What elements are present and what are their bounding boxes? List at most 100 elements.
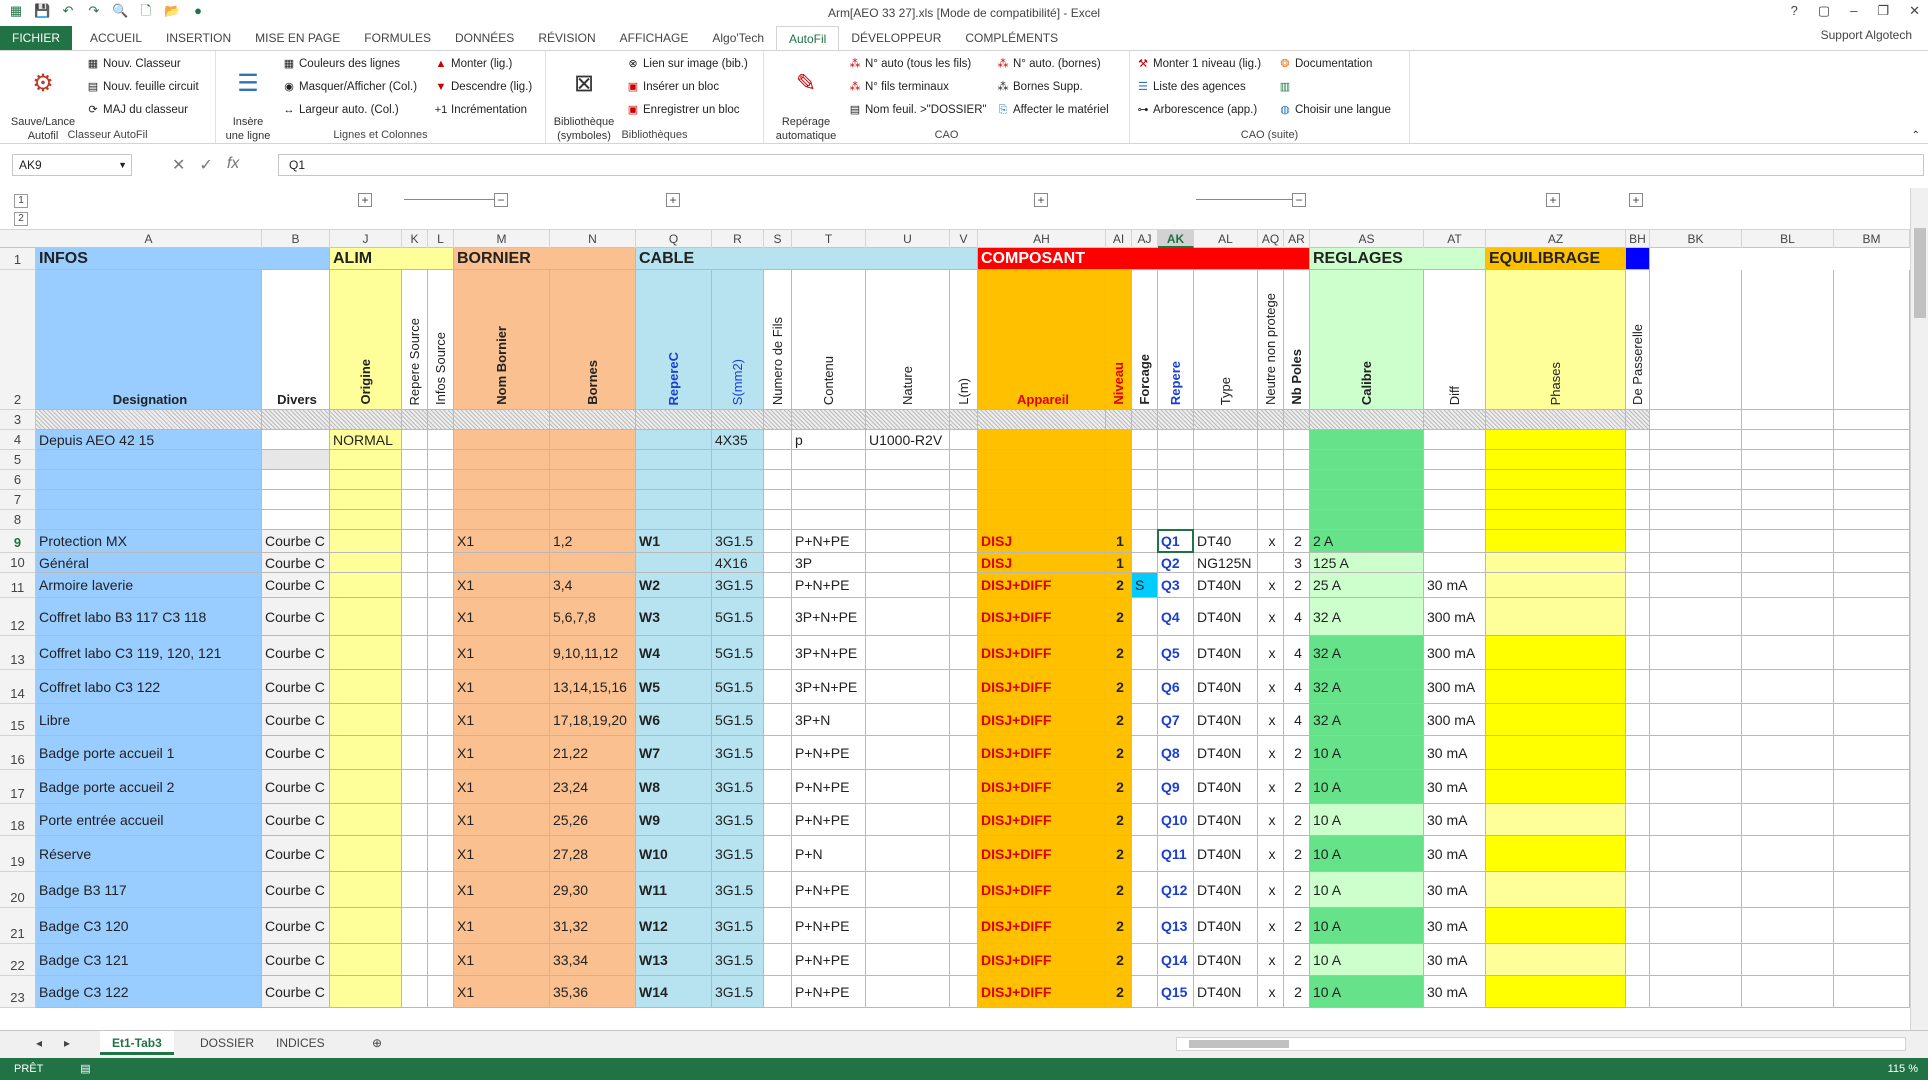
cell[interactable]: 30 mA (1424, 944, 1486, 976)
cell[interactable] (1650, 470, 1742, 490)
cell[interactable] (978, 410, 1106, 430)
cell[interactable] (1106, 510, 1132, 530)
cell[interactable] (1132, 908, 1158, 944)
cell[interactable]: Repere Source (402, 270, 428, 410)
cell[interactable]: W1 (636, 530, 712, 553)
cell[interactable]: x (1258, 573, 1284, 598)
cell[interactable]: 2 (1106, 636, 1132, 670)
cell[interactable]: 10 A (1310, 836, 1424, 872)
tab-mise-en-page[interactable]: MISE EN PAGE (243, 26, 352, 50)
cell[interactable] (402, 530, 428, 553)
cell[interactable] (1310, 430, 1424, 450)
cell[interactable] (428, 470, 454, 490)
tab-fichier[interactable]: FICHIER (0, 26, 72, 50)
cell[interactable] (1424, 430, 1486, 450)
cell[interactable]: Armoire laverie (36, 573, 262, 598)
cell[interactable]: DT40N (1194, 944, 1258, 976)
cell[interactable]: 1 (1106, 553, 1132, 573)
cell[interactable] (1132, 770, 1158, 804)
column-header-aj[interactable]: AJ (1132, 230, 1158, 248)
cell[interactable] (950, 430, 978, 450)
cell[interactable] (764, 804, 792, 836)
cell[interactable]: x (1258, 636, 1284, 670)
cell[interactable] (550, 450, 636, 470)
scroll-thumb[interactable] (1189, 1040, 1289, 1048)
cell[interactable]: DT40N (1194, 836, 1258, 872)
cell[interactable] (866, 598, 950, 636)
group-header[interactable]: ALIM (330, 248, 454, 270)
cell[interactable]: x (1258, 872, 1284, 908)
cell[interactable]: Numero de Fils (764, 270, 792, 410)
cell[interactable]: X1 (454, 704, 550, 736)
cell[interactable]: X1 (454, 944, 550, 976)
masquer-afficher-button[interactable]: ◉ Masquer/Afficher (Col.) (282, 78, 417, 96)
monter-lig-button[interactable]: ▲ Monter (lig.) (434, 55, 513, 73)
cell[interactable]: 33,34 (550, 944, 636, 976)
cell[interactable] (1626, 470, 1650, 490)
cell[interactable] (428, 410, 454, 430)
cell[interactable]: 32 A (1310, 670, 1424, 704)
cell[interactable] (1626, 450, 1650, 470)
cell[interactable] (1284, 510, 1310, 530)
row-header[interactable]: 6 (0, 470, 36, 490)
cell[interactable]: 30 mA (1424, 908, 1486, 944)
column-header-bm[interactable]: BM (1834, 230, 1910, 248)
cell[interactable] (636, 490, 712, 510)
cell[interactable] (764, 470, 792, 490)
cell[interactable] (1834, 736, 1910, 770)
cell[interactable] (454, 410, 550, 430)
cell[interactable]: 25,26 (550, 804, 636, 836)
sheet-tab-indices[interactable]: INDICES (264, 1031, 337, 1055)
num-auto-fils-button[interactable]: ⁂ N° auto (tous les fils) (848, 55, 972, 73)
cell[interactable]: Q9 (1158, 770, 1194, 804)
cell[interactable]: U1000-R2V (866, 430, 950, 450)
cell[interactable] (1284, 410, 1310, 430)
cell[interactable] (330, 410, 402, 430)
bornes-supp-button[interactable]: ⁂ Bornes Supp. (996, 78, 1083, 96)
cell[interactable] (330, 510, 402, 530)
cell[interactable] (1626, 636, 1650, 670)
cell[interactable] (866, 490, 950, 510)
cell[interactable] (1834, 944, 1910, 976)
cell[interactable] (1742, 944, 1834, 976)
cell[interactable] (764, 490, 792, 510)
cell[interactable] (764, 736, 792, 770)
maj-classeur-button[interactable]: ⟳ MAJ du classeur (86, 101, 188, 119)
cell[interactable]: P+N+PE (792, 736, 866, 770)
cell[interactable]: Appareil (978, 270, 1106, 410)
cell[interactable] (402, 736, 428, 770)
cell[interactable] (1650, 553, 1742, 573)
cell[interactable]: W12 (636, 908, 712, 944)
cell[interactable] (636, 470, 712, 490)
cell[interactable] (1626, 908, 1650, 944)
cell[interactable] (36, 470, 262, 490)
cell[interactable]: X1 (454, 636, 550, 670)
cell[interactable]: Courbe C (262, 530, 330, 553)
cell[interactable]: 2 (1284, 573, 1310, 598)
cell[interactable] (1486, 530, 1626, 553)
cell[interactable] (428, 450, 454, 470)
cell[interactable] (866, 670, 950, 704)
cell[interactable] (1486, 804, 1626, 836)
cell[interactable]: 5,6,7,8 (550, 598, 636, 636)
cell[interactable] (1834, 636, 1910, 670)
cell[interactable]: Badge C3 121 (36, 944, 262, 976)
cell[interactable]: Designation (36, 270, 262, 410)
cell[interactable] (866, 450, 950, 470)
cell[interactable]: 32 A (1310, 598, 1424, 636)
row-header[interactable]: 14 (0, 670, 36, 704)
cell[interactable] (1258, 470, 1284, 490)
column-header-bh[interactable]: BH (1626, 230, 1650, 248)
cell[interactable] (950, 872, 978, 908)
cell[interactable] (1650, 976, 1742, 1008)
cell[interactable] (950, 670, 978, 704)
cell[interactable]: 3G1.5 (712, 908, 764, 944)
cell[interactable] (764, 636, 792, 670)
cell[interactable] (1486, 430, 1626, 450)
cell[interactable] (866, 944, 950, 976)
cell[interactable] (1650, 598, 1742, 636)
cell[interactable] (1742, 770, 1834, 804)
cell[interactable] (1650, 573, 1742, 598)
affecter-materiel-button[interactable]: ⎘ Affecter le matériel (996, 101, 1109, 119)
cell[interactable] (402, 470, 428, 490)
